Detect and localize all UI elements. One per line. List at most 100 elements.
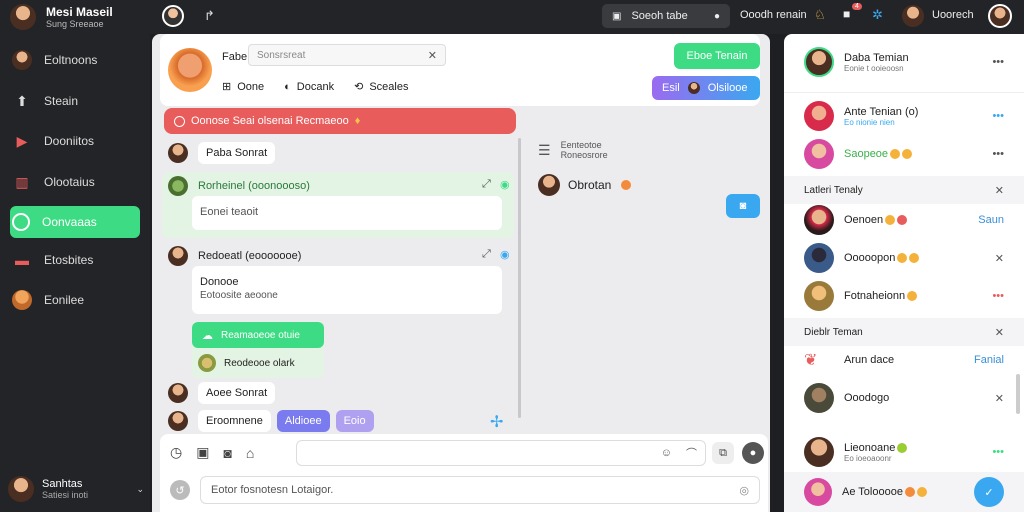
search-button[interactable]: ▣ Soeoh tabe ●: [602, 4, 730, 28]
composer-input[interactable]: Eotor fosnotesn Lotaigor. ◎: [200, 476, 760, 504]
close-icon[interactable]: ✕: [995, 252, 1004, 265]
nav-label[interactable]: Ooodh renain: [740, 9, 807, 21]
emoji-icon: [907, 291, 918, 302]
shield-icon[interactable]: ⌂: [246, 445, 254, 461]
grid-icon: ⊞: [222, 81, 232, 93]
avatar: [804, 205, 834, 235]
sidebar-item-5[interactable]: ▬ Etosbites: [10, 244, 140, 276]
bell-icon[interactable]: ♘: [814, 7, 826, 23]
sidebar-item-0[interactable]: Eoltnoons: [10, 44, 140, 76]
back-arrow-icon[interactable]: ↱: [204, 8, 215, 24]
emoji-icon[interactable]: ☺: [661, 447, 672, 459]
alert-banner[interactable]: Oonose Seai olsenai Recmaeoo ♦: [164, 108, 516, 134]
row-action[interactable]: Saun: [978, 214, 1004, 226]
composer-tools: ◷ ▣ ◙ ⌂: [170, 444, 254, 461]
message-input[interactable]: ☺ ⌒: [296, 440, 706, 466]
circle-icon[interactable]: ◎: [739, 484, 749, 497]
scrollbar[interactable]: [518, 138, 521, 418]
chat-header: Fabe Sonsrsreat ✕ ⊞ Oone ◐ Docank ⟲ Sceales…: [160, 34, 760, 106]
avatar: [804, 101, 834, 131]
close-icon[interactable]: ✕: [428, 49, 437, 62]
sidebar-item-6[interactable]: Eonilee: [10, 284, 140, 316]
sidebar-footer[interactable]: Sanhtas Satiesi inoti ⌄: [8, 476, 144, 502]
right-scrollbar[interactable]: [1016, 374, 1020, 414]
bell-icon[interactable]: ⌒: [686, 445, 697, 461]
footer-sub: Satiesi inoti: [42, 490, 89, 500]
chat-avatar: [168, 48, 212, 92]
sidebar-item-1[interactable]: ⬆ Steain: [10, 85, 140, 117]
close-icon[interactable]: ✕: [995, 326, 1004, 339]
primary-button[interactable]: Eboe Tenain: [674, 43, 760, 69]
right-label[interactable]: Uoorech: [932, 9, 974, 21]
message-1[interactable]: Rorheinel (ooonoooso) ⤢ ◉ Eonei teaoit: [162, 172, 514, 238]
more-icon[interactable]: •••: [992, 110, 1004, 122]
sidebar-item-4[interactable]: Oonvaaas: [10, 206, 140, 238]
thread-user[interactable]: Obrotan: [538, 174, 632, 196]
chevron-down-icon[interactable]: ⌄: [136, 484, 144, 495]
image-icon[interactable]: ◙: [223, 445, 231, 461]
message-4[interactable]: Aoee Sonrat: [168, 382, 276, 404]
alert-icon: [174, 115, 185, 127]
emoji-icon: [897, 253, 908, 264]
list-icon: ☰: [538, 141, 551, 158]
sticker-icon[interactable]: ▣: [196, 444, 209, 461]
sparkle-icon[interactable]: ✢: [490, 412, 503, 432]
avatar: [198, 354, 216, 372]
avatar: [804, 243, 834, 273]
settings-icon[interactable]: ✲: [872, 7, 883, 23]
expand-icon[interactable]: ⤢: [482, 248, 491, 261]
rp-row-3[interactable]: Ooooopon ✕: [784, 238, 1024, 278]
tab-docs[interactable]: ◐ Docank: [284, 81, 334, 93]
attach-button[interactable]: ⧉: [712, 442, 734, 464]
check-icon[interactable]: ◉: [500, 248, 510, 261]
rp-row-7[interactable]: Lieonoane Eo ioeoaoonr •••: [784, 432, 1024, 472]
notification-icon[interactable]: ■: [843, 7, 850, 21]
rp-row-2[interactable]: Oenoen Saun: [784, 200, 1024, 240]
avatar: [687, 82, 700, 94]
plus-button[interactable]: ↺: [170, 480, 190, 500]
close-icon[interactable]: ✕: [995, 392, 1004, 405]
message-body: Donooe Eotoosite aeoone: [192, 266, 502, 314]
message-0[interactable]: Paba Sonrat: [168, 142, 276, 164]
tab-scales[interactable]: ⟲ Sceales: [354, 80, 408, 94]
rp-row-4[interactable]: Fotnaheionn •••: [784, 276, 1024, 316]
secondary-button[interactable]: Esil Olsilooe: [652, 76, 760, 100]
message-5[interactable]: Eroomnene Aldioee Eoio: [168, 410, 374, 432]
more-icon[interactable]: •••: [992, 290, 1004, 302]
thread-action-button[interactable]: ◙: [726, 194, 760, 218]
avatar: [168, 176, 188, 196]
tag-button-b[interactable]: Eoio: [335, 410, 374, 432]
tag-button-a[interactable]: Aldioee: [276, 410, 330, 432]
more-icon[interactable]: •••: [992, 148, 1004, 160]
profile-avatar[interactable]: [162, 5, 184, 27]
thread-header[interactable]: ☰ Eenteotoe Roneosrore: [538, 140, 608, 160]
more-icon[interactable]: •••: [992, 56, 1004, 68]
send-button[interactable]: ✓: [974, 477, 1004, 507]
avatar: [12, 50, 32, 70]
row-action[interactable]: Fanial: [974, 354, 1004, 366]
more-icon[interactable]: •••: [992, 446, 1004, 458]
send-icon-button[interactable]: ●: [742, 442, 764, 464]
message-2[interactable]: Redoeatl (eooooooe) ⤢ ◉ Donooe Eotoosite…: [162, 242, 514, 322]
rp-row-5[interactable]: ❦ Arun dace Fanial: [784, 340, 1024, 380]
rp-row-0[interactable]: Ante Tenian (o) Eo nionie nien •••: [784, 96, 1024, 136]
contact-avatar[interactable]: [902, 5, 924, 27]
sidebar-item-2[interactable]: ▶ Dooniitos: [10, 125, 140, 157]
rp-row-1[interactable]: Saopeoe •••: [784, 134, 1024, 174]
user-status: Sung Sreeaoe: [46, 19, 104, 29]
expand-icon[interactable]: ⤢: [482, 178, 491, 191]
user-avatar[interactable]: [10, 4, 36, 30]
clock-icon[interactable]: ◷: [170, 444, 182, 461]
tab-done[interactable]: ⊞ Oone: [222, 80, 264, 94]
check-icon[interactable]: ◉: [500, 178, 510, 191]
account-avatar[interactable]: [988, 4, 1012, 28]
close-icon[interactable]: ✕: [995, 184, 1004, 197]
search-input[interactable]: Sonsrsreat ✕: [248, 44, 446, 66]
chat-tabs: ⊞ Oone ◐ Docank ⟲ Sceales: [222, 80, 408, 94]
rp-header[interactable]: Daba Temian Eonie t ooieoosn •••: [784, 42, 1024, 82]
footer-name: Sanhtas: [42, 478, 83, 490]
message-reply[interactable]: ☁ Reamaoeoe otuie Reodeooe olark: [192, 322, 324, 378]
rp-footer[interactable]: Ae Tolooooe ✓: [784, 472, 1024, 512]
rp-row-6[interactable]: Ooodogo ✕: [784, 378, 1024, 418]
sidebar-item-3[interactable]: ▥ Olootaius: [10, 166, 140, 198]
